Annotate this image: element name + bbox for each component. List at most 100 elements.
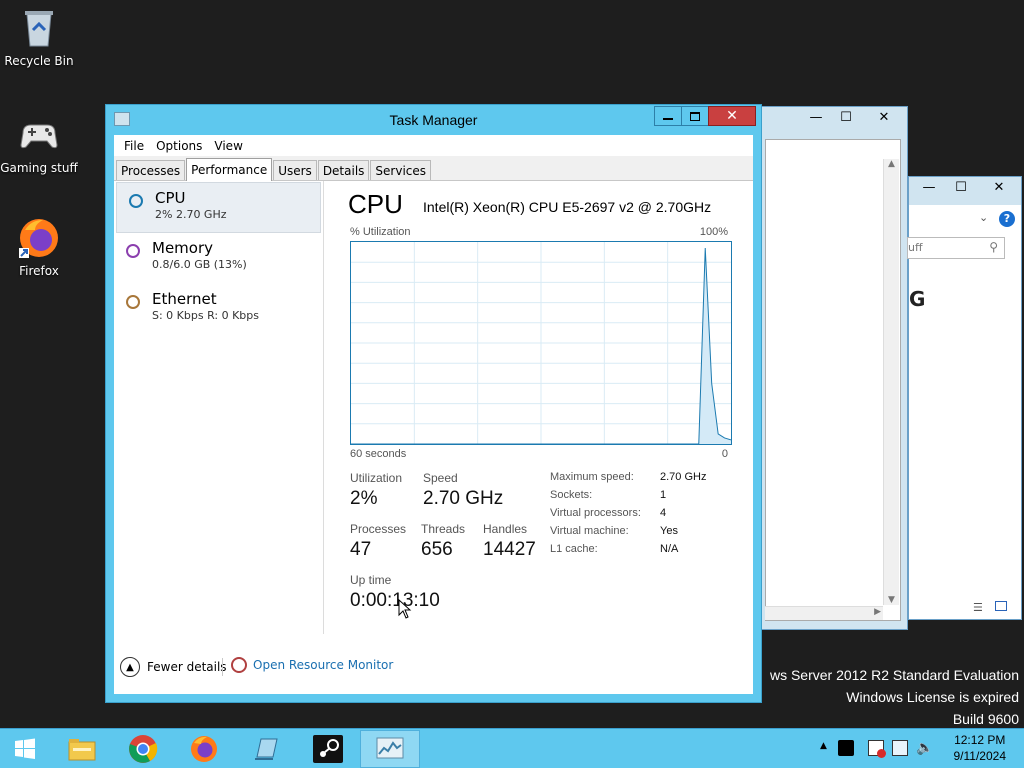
steam-icon [313,735,343,763]
menu-options[interactable]: Options [150,139,208,153]
notepad-icon [255,738,278,760]
maximize-button[interactable]: ☐ [945,177,977,197]
desktop-icon-recycle-bin[interactable]: Recycle Bin [0,6,78,68]
window-content [765,139,901,621]
title-bar[interactable]: Task Manager ✕ [106,105,761,135]
spec-value: Yes [660,525,678,537]
minimize-button[interactable] [654,106,682,126]
horizontal-scrollbar[interactable]: ▶ [765,606,883,620]
open-resource-monitor-link[interactable]: Open Resource Monitor [231,657,393,673]
large-icons-view-icon[interactable] [995,601,1007,611]
watermark-license: Windows License is expired [846,689,1019,705]
vertical-scrollbar[interactable]: ▲ ▼ [883,159,899,605]
window-controls: — ☐ ✕ [913,177,1021,199]
close-button[interactable]: ✕ [861,107,907,127]
resource-item-memory[interactable]: Memory 0.8/6.0 GB (13%) [114,233,323,284]
uptime-value: 0:00:13:10 [350,590,440,611]
close-icon: ✕ [726,108,738,124]
spec-label: L1 cache: [550,543,598,555]
folder-thumbnail: G [909,287,926,311]
tab-performance[interactable]: Performance [186,158,273,181]
maximize-button[interactable]: ☐ [831,107,861,127]
close-button[interactable]: ✕ [708,106,756,126]
resource-item-cpu[interactable]: CPU 2% 2.70 GHz [116,182,321,233]
cpu-heading: CPU [348,189,403,219]
clock[interactable]: 12:12 PM 9/11/2024 [954,732,1007,764]
fewer-details-button[interactable]: ▲ Fewer details [120,657,227,677]
tab-processes[interactable]: Processes [116,160,186,180]
window-client: File Options View Processes Performance … [114,135,753,694]
divider [222,658,223,676]
menu-view[interactable]: View [208,139,248,153]
maximize-button[interactable] [681,106,709,126]
spec-value: 1 [660,489,667,501]
action-center-icon[interactable] [868,740,886,758]
background-window[interactable]: — ☐ ✕ ▲ ▼ ▶ [760,106,908,630]
handles-value: 14427 [483,539,536,560]
desktop-icon-label: Recycle Bin [4,54,74,68]
desktop-icon-label: Gaming stuff [0,161,78,175]
threads-label: Threads [421,522,466,536]
ethernet-indicator-icon [126,295,140,309]
minimize-button[interactable]: — [801,107,831,127]
graph-x-min: 0 [721,448,728,460]
taskbar-file-explorer[interactable] [52,730,112,768]
search-placeholder: uff [908,241,923,254]
handles-label: Handles [483,522,528,536]
taskbar: ▲ 🔈 12:12 PM 9/11/2024 [0,728,1024,768]
speed-value: 2.70 GHz [423,488,504,509]
clock-date: 9/11/2024 [953,749,1007,763]
recycle-bin-icon [17,6,61,50]
desktop-icon-gaming-stuff[interactable]: Gaming stuff [0,113,78,175]
desktop-icon-firefox[interactable]: Firefox [0,216,78,278]
taskbar-steam[interactable] [298,730,358,768]
window-controls: ✕ [654,106,756,126]
minimize-icon [663,118,673,120]
spec-value: 2.70 GHz [660,471,707,483]
network-icon[interactable] [892,740,908,756]
tab-services[interactable]: Services [370,160,432,180]
chevron-down-icon[interactable]: ⌄ [979,211,988,224]
spec-label: Virtual processors: [550,507,641,519]
tab-details[interactable]: Details [317,160,370,180]
processes-value: 47 [350,539,372,560]
tab-users[interactable]: Users [273,160,317,180]
file-explorer-icon [68,739,96,761]
close-button[interactable]: ✕ [977,177,1021,197]
taskbar-task-manager[interactable] [360,730,420,768]
show-hidden-icons-button[interactable]: ▲ [820,741,827,751]
menu-file[interactable]: File [118,139,150,153]
graph-y-label: % Utilization [350,226,411,238]
resource-detail: 0.8/6.0 GB (13%) [152,258,247,271]
help-icon[interactable]: ? [999,211,1015,227]
start-button[interactable] [0,730,50,768]
spec-value: N/A [660,543,679,555]
chevron-up-icon: ▲ [120,657,140,677]
resource-name: Ethernet [152,290,217,308]
fewer-details-label: Fewer details [147,660,227,674]
footer: ▲ Fewer details Open Resource Monitor [114,634,753,694]
task-manager-window[interactable]: Task Manager ✕ File Options View Process… [105,104,762,703]
resource-name: CPU [155,189,186,207]
resource-name: Memory [152,239,214,257]
cpu-indicator-icon [129,194,143,208]
gamepad-icon [17,113,61,157]
resource-monitor-icon [231,657,247,673]
taskbar-firefox[interactable] [174,730,234,768]
minimize-button[interactable]: — [913,177,945,197]
search-icon: ⚲ [989,240,998,254]
volume-icon[interactable]: 🔈 [916,740,933,756]
system-tray: ▲ 🔈 12:12 PM 9/11/2024 [814,729,1024,768]
background-window-explorer[interactable]: — ☐ ✕ ⌄ ? uff ⚲ G ☰ [907,176,1022,620]
task-manager-icon [376,737,404,759]
taskbar-notepad[interactable] [236,730,296,768]
mouse-cursor-icon [398,598,412,623]
details-view-icon[interactable]: ☰ [973,601,983,614]
resource-item-ethernet[interactable]: Ethernet S: 0 Kbps R: 0 Kbps [114,284,323,335]
taskbar-chrome[interactable] [113,730,173,768]
memory-indicator-icon [126,244,140,258]
tab-strip: Processes Performance Users Details Serv… [114,156,753,181]
steam-tray-icon[interactable] [838,740,854,756]
cpu-utilization-graph [350,241,732,445]
search-input[interactable]: uff ⚲ [907,237,1005,259]
